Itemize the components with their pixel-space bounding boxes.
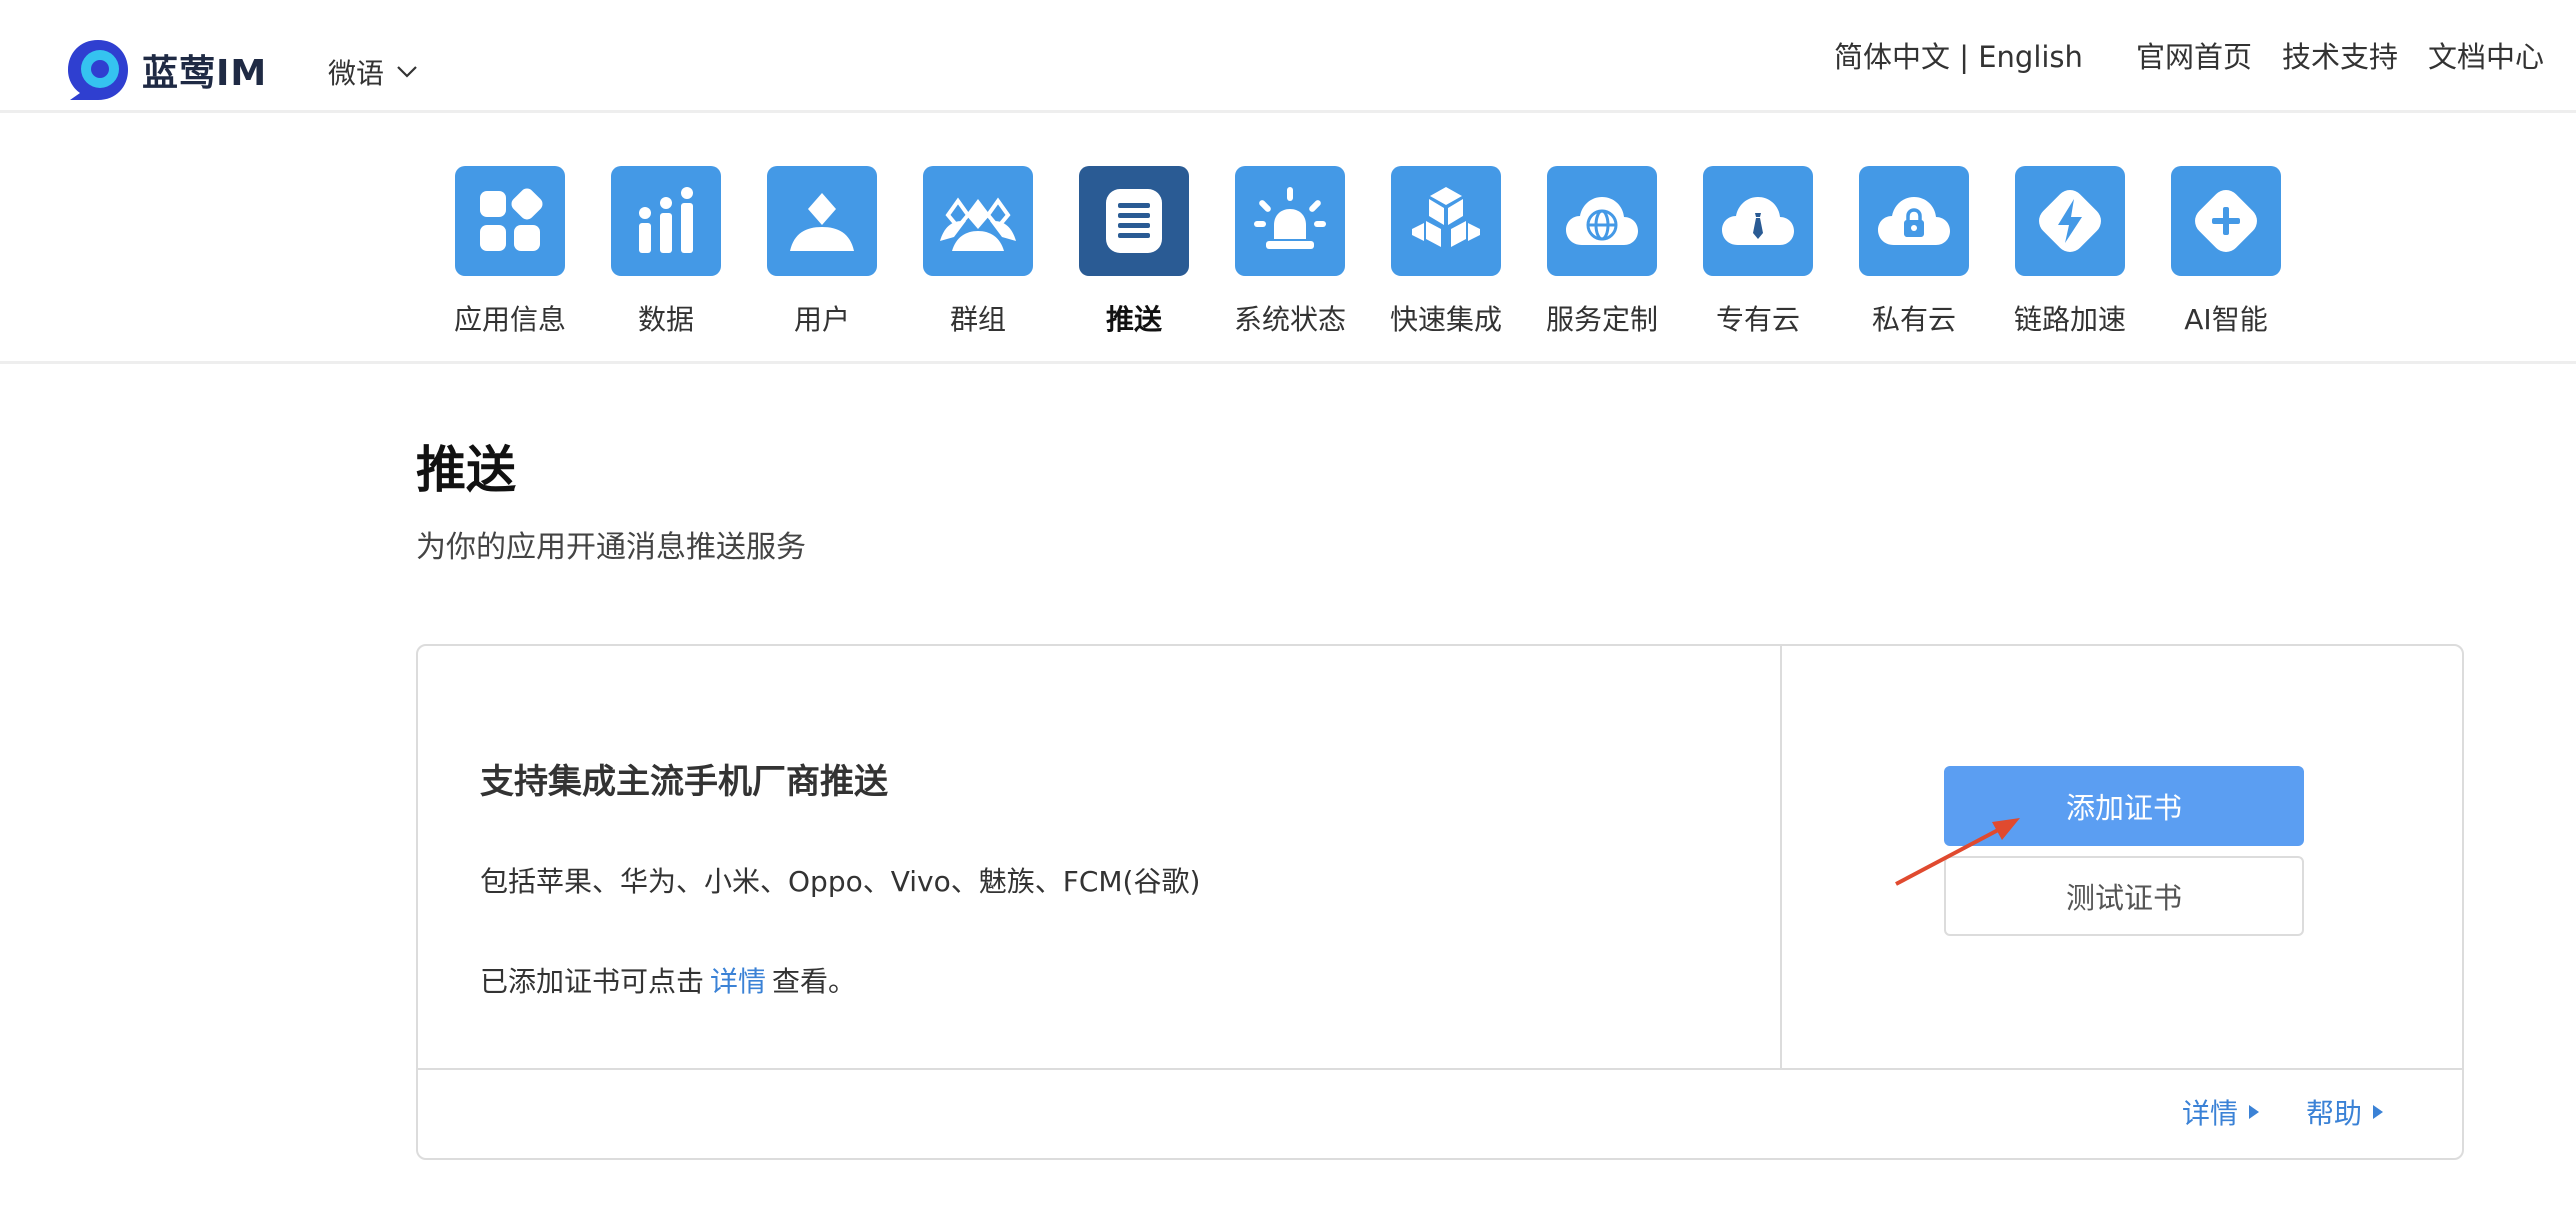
nav-label: AI智能 xyxy=(2184,303,2268,336)
chevron-down-icon xyxy=(397,66,417,78)
link-docs-center[interactable]: 文档中心 xyxy=(2428,34,2544,76)
nav-label: 专有云 xyxy=(1715,303,1800,336)
feature-nav: 应用信息 数据 用户 群组 推送 系统状态 快速集成 服务定制 专有云 私有云 … xyxy=(0,113,2576,364)
nav-label: 推送 xyxy=(1105,303,1162,336)
plus-icon xyxy=(2195,190,2257,252)
caret-right-icon xyxy=(2373,1105,2383,1119)
nav-item-users[interactable]: 用户 xyxy=(744,166,900,338)
details-link[interactable]: 详情 xyxy=(710,965,766,998)
nav-tile xyxy=(1079,166,1189,276)
nav-tile xyxy=(1547,166,1657,276)
card-footer-links: 详情 帮助 xyxy=(2182,1092,2384,1132)
footer-details-label: 详情 xyxy=(2181,1097,2238,1130)
nav-item-app-info[interactable]: 应用信息 xyxy=(432,166,588,338)
nav-item-quick-integration[interactable]: 快速集成 xyxy=(1368,166,1524,338)
nav-tile xyxy=(1859,166,1969,276)
nav-label: 系统状态 xyxy=(1233,303,1346,336)
nav-tile xyxy=(611,166,721,276)
app-selector[interactable]: 微语 xyxy=(328,52,418,92)
feature-note: 已添加证书可点击 详情 查看。 xyxy=(480,960,856,1000)
nav-tile xyxy=(767,166,877,276)
add-certificate-button[interactable]: 添加证书 xyxy=(1944,766,2304,846)
nav-item-groups[interactable]: 群组 xyxy=(900,166,1056,338)
card-divider xyxy=(1780,646,1782,1068)
nav-item-push[interactable]: 推送 xyxy=(1056,166,1212,338)
data-chart-icon xyxy=(639,187,693,253)
nav-tile xyxy=(1391,166,1501,276)
app-selector-label: 微语 xyxy=(328,57,385,90)
note-suffix: 查看。 xyxy=(772,965,857,998)
alarm-light-icon xyxy=(1254,187,1326,249)
test-certificate-button[interactable]: 测试证书 xyxy=(1944,856,2304,936)
cloud-lock-icon xyxy=(1878,197,1950,245)
user-icon xyxy=(790,193,854,251)
push-card: 支持集成主流手机厂商推送 包括苹果、华为、小米、Oppo、Vivo、魅族、FCM… xyxy=(416,644,2464,1160)
group-icon xyxy=(940,197,1016,251)
nav-item-data[interactable]: 数据 xyxy=(588,166,744,338)
cloud-globe-icon xyxy=(1566,197,1638,245)
language-switch[interactable]: 简体中文 | English xyxy=(1834,34,2083,76)
cloud-tie-icon xyxy=(1722,197,1794,245)
nav-label: 群组 xyxy=(949,303,1006,336)
nav-label: 链路加速 xyxy=(2013,303,2126,336)
footer-help-label: 帮助 xyxy=(2305,1097,2362,1130)
nav-tile xyxy=(455,166,565,276)
nav-tile xyxy=(1703,166,1813,276)
nav-label: 数据 xyxy=(637,303,694,336)
nav-item-private-cloud[interactable]: 私有云 xyxy=(1836,166,1992,338)
nav-label: 私有云 xyxy=(1871,303,1956,336)
page-subtitle: 为你的应用开通消息推送服务 xyxy=(416,530,806,565)
page-title: 推送 xyxy=(416,441,516,499)
nav-item-service-custom[interactable]: 服务定制 xyxy=(1524,166,1680,338)
nav-label: 用户 xyxy=(793,303,850,336)
logo[interactable]: 蓝莺IM xyxy=(64,38,267,102)
link-official-site[interactable]: 官网首页 xyxy=(2136,34,2252,76)
top-links: 官网首页 技术支持 文档中心 xyxy=(2136,34,2544,76)
nav-tile xyxy=(2171,166,2281,276)
nav-item-dedicated-cloud[interactable]: 专有云 xyxy=(1680,166,1836,338)
nav-label: 应用信息 xyxy=(453,303,566,336)
card-divider xyxy=(418,1068,2462,1070)
lightning-icon xyxy=(2039,190,2101,252)
nav-label: 服务定制 xyxy=(1545,303,1658,336)
note-prefix: 已添加证书可点击 xyxy=(480,965,705,998)
nav-item-link-acceleration[interactable]: 链路加速 xyxy=(1992,166,2148,338)
nav-tile xyxy=(1235,166,1345,276)
feature-title: 支持集成主流手机厂商推送 xyxy=(480,762,888,802)
push-document-icon xyxy=(1106,189,1162,253)
logo-icon xyxy=(68,40,128,100)
nav-label: 快速集成 xyxy=(1389,303,1502,336)
apps-icon xyxy=(480,188,543,251)
nav-item-ai[interactable]: AI智能 xyxy=(2148,166,2304,338)
nav-item-system-status[interactable]: 系统状态 xyxy=(1212,166,1368,338)
caret-right-icon xyxy=(2248,1105,2259,1119)
logo-text: 蓝莺IM xyxy=(142,53,268,94)
nav-tile xyxy=(2015,166,2125,276)
link-tech-support[interactable]: 技术支持 xyxy=(2282,34,2398,76)
cubes-icon xyxy=(1412,187,1480,247)
footer-details-link[interactable]: 详情 xyxy=(2182,1092,2260,1132)
feature-description: 包括苹果、华为、小米、Oppo、Vivo、魅族、FCM(谷歌) xyxy=(480,865,1201,898)
top-header: 蓝莺IM 微语 简体中文 | English 官网首页 技术支持 文档中心 xyxy=(0,0,2576,113)
footer-help-link[interactable]: 帮助 xyxy=(2306,1092,2384,1132)
nav-tile xyxy=(923,166,1033,276)
